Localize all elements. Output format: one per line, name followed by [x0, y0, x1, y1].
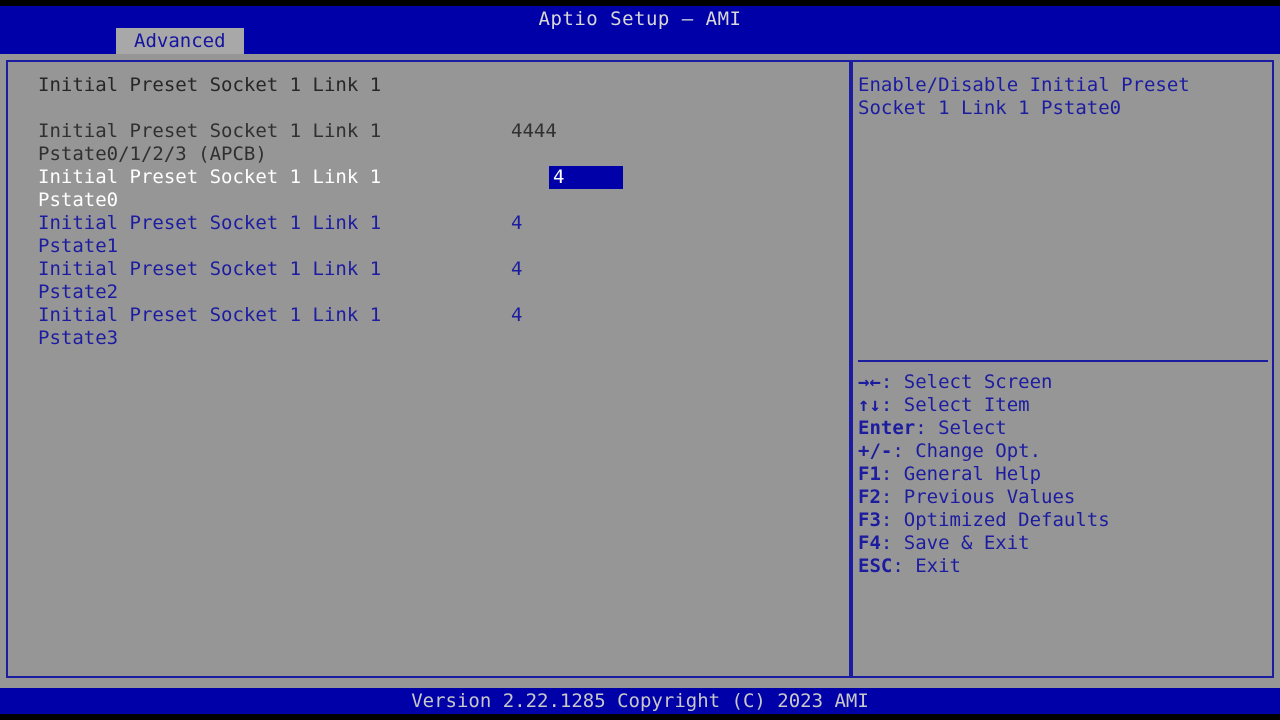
option-value[interactable]: 4 — [511, 258, 522, 281]
legend-keys: ↑↓ — [858, 394, 881, 416]
section-heading-row: Initial Preset Socket 1 Link 1 — [38, 74, 828, 97]
option-value[interactable]: 4444 — [511, 120, 557, 143]
legend-keys: +/- — [858, 440, 892, 462]
legend-keys: Enter — [858, 417, 915, 439]
help-panel — [851, 60, 1274, 678]
option-row[interactable]: Initial Preset Socket 1 Link 1Pstate0/1/… — [38, 120, 828, 166]
legend-text: : Change Opt. — [892, 440, 1041, 462]
option-row[interactable]: Initial Preset Socket 1 Link 1Pstate04 — [38, 166, 828, 212]
tab-strip: Advanced — [0, 28, 1280, 54]
legend-text: : Optimized Defaults — [881, 509, 1110, 531]
option-sublabel: Pstate1 — [38, 235, 828, 258]
legend-text: : Select Screen — [881, 371, 1053, 393]
bios-setup-screen: Aptio Setup – AMI Advanced Initial Prese… — [0, 0, 1280, 720]
option-sublabel: Pstate2 — [38, 281, 828, 304]
legend-row: F1: General Help — [858, 463, 1263, 486]
section-heading: Initial Preset Socket 1 Link 1 — [38, 74, 828, 97]
legend-text: : Previous Values — [881, 486, 1075, 508]
legend-text: : Save & Exit — [881, 532, 1030, 554]
legend-row: F4: Save & Exit — [858, 532, 1263, 555]
option-sublabel: Pstate0 — [38, 189, 828, 212]
legend-row: +/-: Change Opt. — [858, 440, 1263, 463]
key-legend: →←: Select Screen↑↓: Select ItemEnter: S… — [858, 371, 1263, 578]
version-text: Version 2.22.1285 Copyright (C) 2023 AMI — [0, 688, 1280, 714]
legend-row: ESC: Exit — [858, 555, 1263, 578]
legend-row: Enter: Select — [858, 417, 1263, 440]
legend-row: ↑↓: Select Item — [858, 394, 1263, 417]
legend-text: : Select Item — [881, 394, 1030, 416]
legend-keys: F1 — [858, 463, 881, 485]
option-row[interactable]: Initial Preset Socket 1 Link 1Pstate24 — [38, 258, 828, 304]
option-row[interactable]: Initial Preset Socket 1 Link 1Pstate14 — [38, 212, 828, 258]
legend-keys: F4 — [858, 532, 881, 554]
option-label: Initial Preset Socket 1 Link 1 — [38, 212, 828, 235]
legend-text: : General Help — [881, 463, 1041, 485]
option-label: Initial Preset Socket 1 Link 1 — [38, 120, 828, 143]
help-separator — [858, 360, 1268, 362]
legend-text: : Select — [915, 417, 1007, 439]
legend-row: →←: Select Screen — [858, 371, 1263, 394]
option-list: Initial Preset Socket 1 Link 1 Initial P… — [38, 74, 828, 350]
option-label: Initial Preset Socket 1 Link 1 — [38, 304, 828, 327]
option-value[interactable]: 4 — [511, 304, 522, 327]
option-label: Initial Preset Socket 1 Link 1 — [38, 166, 828, 189]
list-spacer — [38, 97, 828, 120]
legend-text: : Exit — [892, 555, 961, 577]
legend-row: F3: Optimized Defaults — [858, 509, 1263, 532]
option-row[interactable]: Initial Preset Socket 1 Link 1Pstate34 — [38, 304, 828, 350]
legend-keys: F2 — [858, 486, 881, 508]
option-value-selected[interactable]: 4 — [549, 166, 623, 189]
legend-keys: ESC — [858, 555, 892, 577]
help-description: Enable/Disable Initial Preset Socket 1 L… — [858, 74, 1263, 120]
legend-keys: F3 — [858, 509, 881, 531]
tab-advanced[interactable]: Advanced — [116, 28, 244, 54]
option-value[interactable]: 4 — [511, 212, 522, 235]
option-sublabel: Pstate3 — [38, 327, 828, 350]
option-label: Initial Preset Socket 1 Link 1 — [38, 258, 828, 281]
legend-keys: →← — [858, 371, 881, 393]
legend-row: F2: Previous Values — [858, 486, 1263, 509]
option-sublabel: Pstate0/1/2/3 (APCB) — [38, 143, 828, 166]
